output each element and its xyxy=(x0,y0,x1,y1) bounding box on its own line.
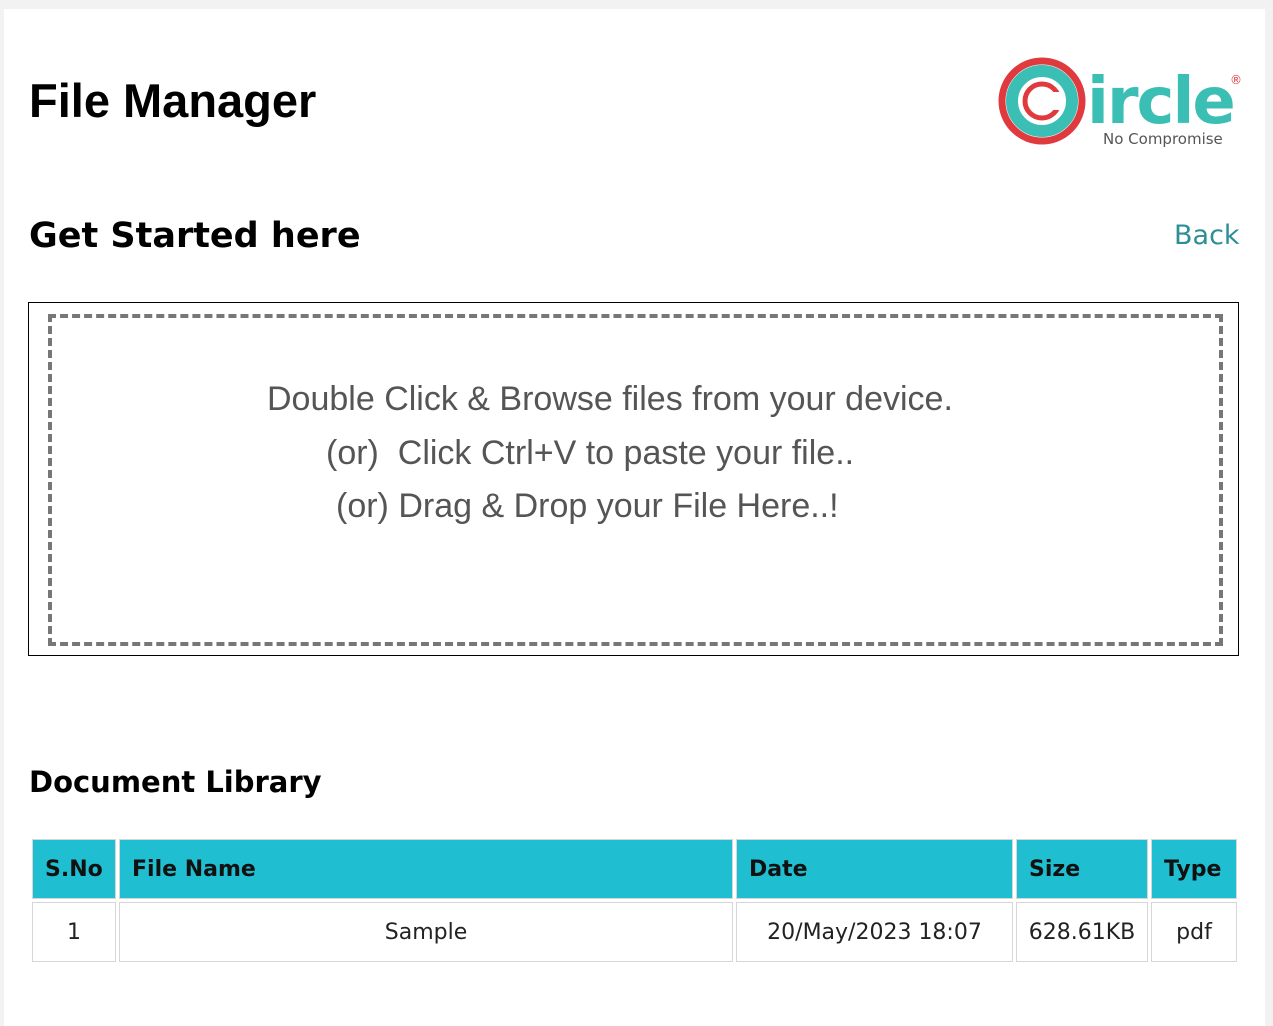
file-drop-zone[interactable]: Double Click & Browse files from your de… xyxy=(28,302,1239,656)
logo-tagline: No Compromise xyxy=(1103,130,1223,148)
cell-size: 628.61KB xyxy=(1016,902,1148,962)
document-table: S.No File Name Date Size Type 1 Sample 2… xyxy=(29,836,1240,965)
table-header-row: S.No File Name Date Size Type xyxy=(32,839,1237,899)
cell-type: pdf xyxy=(1151,902,1237,962)
document-library-heading: Document Library xyxy=(29,765,322,799)
column-header-type: Type xyxy=(1151,839,1237,899)
drop-instruction-browse: Double Click & Browse files from your de… xyxy=(267,380,953,418)
drop-instruction-drag: (or) Drag & Drop your File Here..! xyxy=(336,487,839,525)
file-drop-zone-dashed-border[interactable]: Double Click & Browse files from your de… xyxy=(48,314,1223,646)
table-row[interactable]: 1 Sample 20/May/2023 18:07 628.61KB pdf xyxy=(32,902,1237,962)
logo-wordmark: ircle xyxy=(1087,65,1234,139)
column-header-date: Date xyxy=(736,839,1013,899)
column-header-sno: S.No xyxy=(32,839,116,899)
cell-sno: 1 xyxy=(32,902,116,962)
column-header-file-name: File Name xyxy=(119,839,733,899)
cell-file-name[interactable]: Sample xyxy=(119,902,733,962)
registered-mark: ® xyxy=(1230,73,1242,87)
back-link[interactable]: Back xyxy=(1174,219,1240,253)
column-header-size: Size xyxy=(1016,839,1148,899)
cell-date: 20/May/2023 18:07 xyxy=(736,902,1013,962)
get-started-heading: Get Started here xyxy=(29,216,361,256)
drop-instruction-paste: (or) Click Ctrl+V to paste your file.. xyxy=(326,434,855,472)
page-title: File Manager xyxy=(29,74,317,127)
